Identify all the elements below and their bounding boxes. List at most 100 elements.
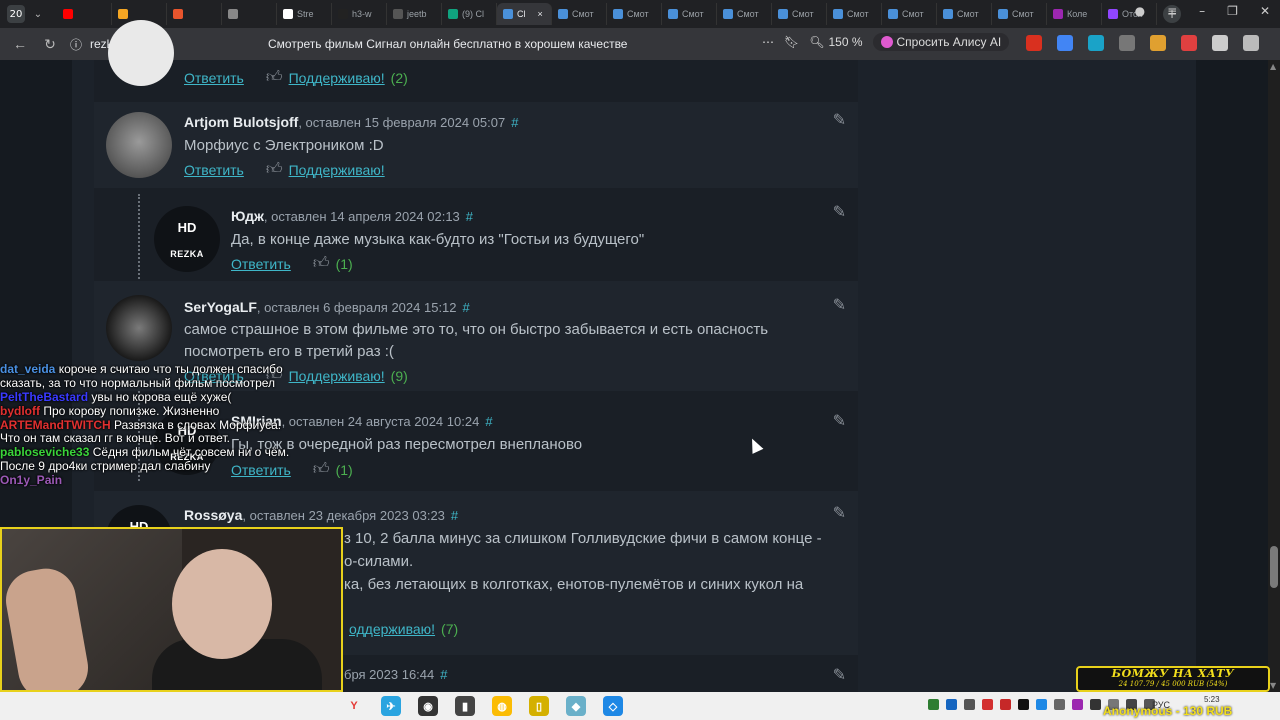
avatar-hd-label: HD (177, 219, 197, 235)
browser-tab[interactable]: Смот (992, 3, 1047, 25)
app-blue-icon[interactable]: ◆ (566, 696, 586, 716)
tray-icon[interactable] (928, 699, 939, 710)
report-icon[interactable]: ✎ (833, 202, 846, 221)
comment-header: Rossøya, оставлен 23 декабря 2023 03:23 # (184, 507, 458, 523)
site-info-icon[interactable]: ⓘ (70, 36, 82, 53)
obs-icon[interactable]: ◉ (418, 696, 438, 716)
tray-icon[interactable] (964, 699, 975, 710)
browser-tab[interactable]: Смот (937, 3, 992, 25)
minimize-icon[interactable]: – (1199, 4, 1205, 18)
windows-taskbar: Y ✈ ◉ ▮ ◍ ▯ ◆ ◇ РУС 5:23 (0, 692, 1280, 720)
comment-author[interactable]: Юдж (231, 208, 264, 224)
telegram-icon[interactable]: ✈ (381, 696, 401, 716)
download-icon[interactable] (1243, 35, 1259, 51)
close-window-icon[interactable]: ✕ (1260, 4, 1270, 18)
comment-permalink[interactable]: # (463, 300, 470, 315)
browser-tab[interactable]: (9) Cl (442, 3, 497, 25)
browser-tab[interactable] (222, 3, 277, 25)
browser-tab[interactable]: Stre (277, 3, 332, 25)
tray-icon[interactable] (1000, 699, 1011, 710)
extension-icon-4[interactable] (1119, 35, 1135, 51)
tray-icon[interactable] (1090, 699, 1101, 710)
browser-tab[interactable]: Коле (1047, 3, 1102, 25)
thumbs-up-icon[interactable]: 👍︎ (313, 254, 330, 273)
tab-strip: Stre h3-w jeetb (9) Cl Cl × Смот Смот Смот Смот См… (57, 0, 1157, 28)
tab-label: Смот (847, 9, 869, 19)
clock[interactable]: 5:23 (1204, 695, 1220, 704)
media-icon[interactable] (1212, 35, 1228, 51)
tray-icon[interactable] (982, 699, 993, 710)
yandex-browser-icon[interactable]: Y (344, 696, 364, 716)
app-diamond-icon[interactable]: ◇ (603, 696, 623, 716)
support-link[interactable]: Поддерживаю! (289, 70, 385, 86)
browser-tab[interactable] (57, 3, 112, 25)
report-icon[interactable]: ✎ (833, 411, 846, 430)
browser-tab[interactable]: Смот (882, 3, 937, 25)
chat-text: Про корову попизже. Жизненно (43, 403, 220, 418)
browser-tab[interactable]: Смот (607, 3, 662, 25)
report-icon[interactable]: ✎ (833, 295, 846, 314)
tray-icon[interactable] (1036, 699, 1047, 710)
app-icon[interactable]: ▮ (455, 696, 475, 716)
tray-icon[interactable] (1018, 699, 1029, 710)
comment-author[interactable]: Artjom Bulotsjoff (184, 114, 298, 130)
reply-link[interactable]: Ответить (184, 162, 244, 178)
browser-tab[interactable]: Смот (717, 3, 772, 25)
browser-tab[interactable]: Смот (662, 3, 717, 25)
browser-tab[interactable]: h3-w (332, 3, 387, 25)
scrollbar-thumb[interactable] (1270, 546, 1278, 588)
more-dots-icon[interactable]: ⋯ (762, 35, 774, 49)
browser-tab[interactable]: Cl × (497, 3, 552, 25)
thumbs-up-icon[interactable]: 👍︎ (266, 160, 283, 179)
comment-author[interactable]: SerYogaLF (184, 299, 257, 315)
support-link[interactable]: Поддерживаю! (289, 368, 385, 384)
ask-alice-button[interactable]: Спросить Алису AI (872, 33, 1010, 51)
report-icon[interactable]: ✎ (833, 110, 846, 129)
app-yellow-icon[interactable]: ▯ (529, 696, 549, 716)
support-link[interactable]: оддерживаю! (349, 621, 435, 637)
browser-tab[interactable] (167, 3, 222, 25)
tray-icon[interactable] (1054, 699, 1065, 710)
browser-tab[interactable]: jeetb (387, 3, 442, 25)
tab-count-button[interactable]: 20 (7, 5, 25, 23)
extension-icon-5[interactable] (1150, 35, 1166, 51)
extension-icon-3[interactable] (1088, 35, 1104, 51)
tray-icon[interactable] (946, 699, 957, 710)
thumbs-up-icon[interactable]: 👍︎ (313, 460, 330, 479)
zoom-indicator[interactable]: 🔍︎ 150 % (809, 35, 862, 49)
maximize-icon[interactable]: ❐ (1227, 4, 1238, 18)
donation-goal-title: БОМЖУ НА ХАТУ (1111, 667, 1235, 680)
thumbs-up-icon[interactable]: 👍︎ (266, 68, 283, 87)
tab-close-icon[interactable]: × (538, 9, 543, 19)
bookmark-icon[interactable]: 🔖︎ (784, 35, 799, 49)
extension-icon-6[interactable] (1181, 35, 1197, 51)
comment-permalink[interactable]: # (440, 667, 447, 682)
comment-permalink[interactable]: # (451, 508, 458, 523)
comment-permalink[interactable]: # (466, 209, 473, 224)
menu-icon[interactable]: ≡ (1167, 4, 1177, 18)
tray-icon[interactable] (1072, 699, 1083, 710)
comment-text: самое страшное в этом фильме это то, что… (184, 321, 769, 360)
comment-author[interactable]: Rossøya (184, 507, 242, 523)
reply-link[interactable]: Ответить (231, 256, 291, 272)
page-scrollbar[interactable]: ▲ ▼ (1268, 60, 1280, 692)
back-arrow-icon[interactable]: ← (10, 36, 30, 52)
comment-permalink[interactable]: # (485, 414, 492, 429)
comment-date: , оставлен 14 апреля 2024 02:13 (263, 209, 460, 224)
browser-tab[interactable]: Смот (552, 3, 607, 25)
support-link[interactable]: Поддерживаю! (289, 162, 385, 178)
browser-tab[interactable]: Смот (772, 3, 827, 25)
scroll-up-arrow-icon[interactable]: ▲ (1270, 62, 1276, 71)
translate-extension-icon[interactable] (1057, 35, 1073, 51)
browser-tab[interactable]: Смот (827, 3, 882, 25)
tab-menu-chevron-icon[interactable]: ⌄ (29, 9, 47, 20)
profile-avatar-icon[interactable]: ● (1135, 4, 1145, 18)
scroll-down-arrow-icon[interactable]: ▼ (1270, 681, 1276, 690)
report-icon[interactable]: ✎ (833, 503, 846, 522)
comment-permalink[interactable]: # (511, 115, 518, 130)
chrome-icon[interactable]: ◍ (492, 696, 512, 716)
reply-link[interactable]: Ответить (184, 70, 244, 86)
report-icon[interactable]: ✎ (833, 665, 846, 684)
extension-icon-1[interactable] (1026, 35, 1042, 51)
reload-icon[interactable]: ↻ (40, 36, 60, 53)
